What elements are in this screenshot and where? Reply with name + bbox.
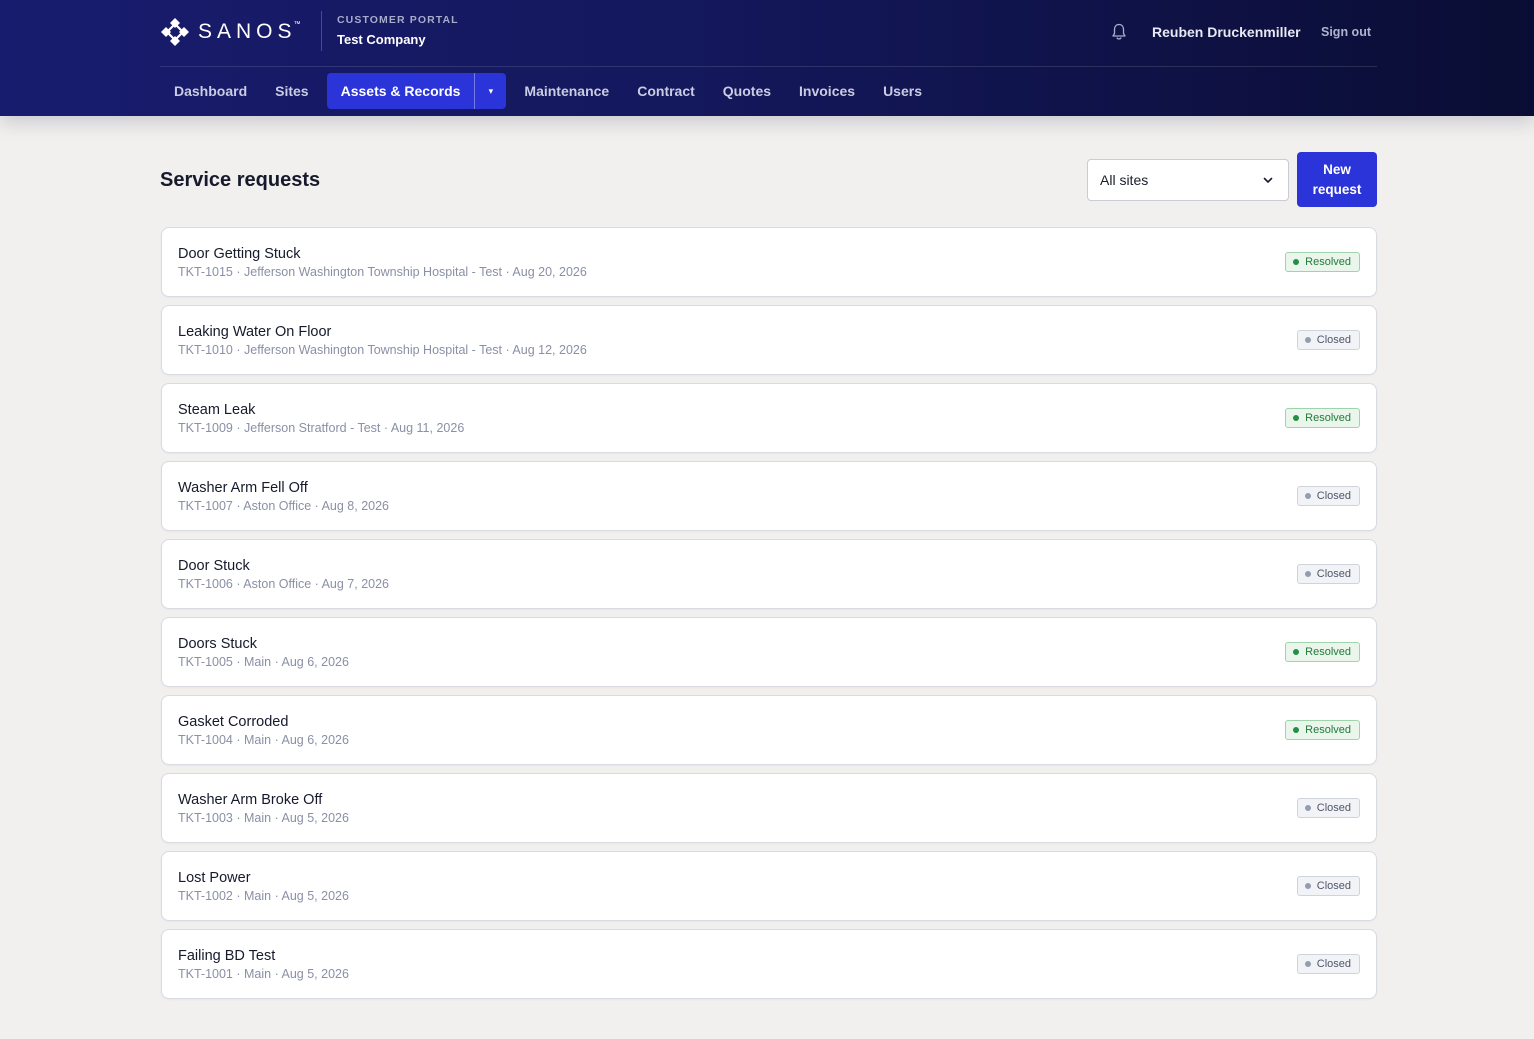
- user-name[interactable]: Reuben Druckenmiller: [1152, 24, 1301, 40]
- request-meta: TKT-1005 · Main · Aug 6, 2026: [178, 655, 349, 669]
- service-request-row[interactable]: Washer Arm Broke Off TKT-1003 · Main · Au…: [161, 773, 1377, 843]
- service-request-row[interactable]: Failing BD Test TKT-1001 · Main · Aug 5, …: [161, 929, 1377, 999]
- status-label: Closed: [1316, 334, 1351, 346]
- status-dot-icon: [1293, 727, 1300, 733]
- sign-out-link[interactable]: Sign out: [1321, 25, 1371, 39]
- nav-quotes[interactable]: Quotes: [709, 73, 785, 109]
- status-badge: Closed: [1296, 330, 1360, 350]
- header-separator: [160, 66, 1377, 67]
- nav-contract[interactable]: Contract: [623, 73, 709, 109]
- new-request-label-line1: New: [1323, 161, 1351, 177]
- nav-dashboard[interactable]: Dashboard: [160, 73, 261, 109]
- request-title: Doors Stuck: [178, 636, 257, 652]
- request-title: Door Getting Stuck: [178, 246, 301, 262]
- service-request-row[interactable]: Door Getting Stuck TKT-1015 · Jefferson W…: [161, 227, 1377, 297]
- company-name: Test Company: [337, 32, 426, 47]
- brand-trademark: ™: [293, 20, 301, 28]
- request-title: Gasket Corroded: [178, 714, 289, 730]
- status-label: Resolved: [1305, 724, 1351, 736]
- request-meta: TKT-1002 · Main · Aug 5, 2026: [178, 889, 349, 903]
- request-title: Leaking Water On Floor: [178, 324, 332, 340]
- status-badge: Closed: [1296, 954, 1360, 974]
- service-request-row[interactable]: Doors Stuck TKT-1005 · Main · Aug 6, 2026…: [161, 617, 1377, 687]
- status-label: Resolved: [1305, 646, 1351, 658]
- nav-invoices[interactable]: Invoices: [785, 73, 869, 109]
- nav-sites[interactable]: Sites: [261, 73, 322, 109]
- request-title: Washer Arm Fell Off: [178, 480, 308, 496]
- status-dot-icon: [1304, 961, 1311, 967]
- portal-info: CUSTOMER PORTAL Test Company: [337, 14, 459, 47]
- request-title: Washer Arm Broke Off: [178, 792, 323, 808]
- site-filter-value: All sites: [1100, 172, 1149, 188]
- service-request-list: Door Getting Stuck TKT-1015 · Jefferson W…: [161, 227, 1377, 1007]
- status-dot-icon: [1304, 493, 1311, 499]
- status-label: Closed: [1316, 568, 1351, 580]
- nav-assets-group: Assets & Records ▾: [326, 73, 507, 109]
- request-meta: TKT-1006 · Aston Office · Aug 7, 2026: [178, 577, 390, 591]
- service-request-row[interactable]: Door Stuck TKT-1006 · Aston Office · Aug …: [161, 539, 1377, 609]
- status-badge: Resolved: [1285, 720, 1360, 740]
- request-meta: TKT-1004 · Main · Aug 6, 2026: [178, 733, 349, 747]
- request-meta: TKT-1009 · Jefferson Stratford - Test · …: [178, 421, 465, 435]
- service-request-row[interactable]: Gasket Corroded TKT-1004 · Main · Aug 6, …: [161, 695, 1377, 765]
- nav-assets-records[interactable]: Assets & Records: [326, 73, 475, 109]
- status-badge: Closed: [1296, 486, 1360, 506]
- brand-name: SANOS: [198, 20, 297, 43]
- request-meta: TKT-1003 · Main · Aug 5, 2026: [178, 811, 349, 825]
- main-nav: Dashboard Sites Assets & Records ▾ Maint…: [160, 73, 936, 109]
- service-request-row[interactable]: Steam Leak TKT-1009 · Jefferson Stratford…: [161, 383, 1377, 453]
- request-title: Steam Leak: [178, 402, 256, 418]
- request-title: Lost Power: [178, 870, 251, 886]
- chevron-down-icon: [1263, 177, 1273, 183]
- nav-assets-dropdown-toggle[interactable]: ▾: [474, 73, 507, 109]
- caret-down-icon: ▾: [488, 85, 494, 96]
- brand-logo[interactable]: SANOS ™: [160, 17, 301, 47]
- status-badge: Resolved: [1285, 252, 1360, 272]
- status-dot-icon: [1304, 337, 1311, 343]
- status-badge: Closed: [1296, 876, 1360, 896]
- page-title: Service requests: [160, 169, 321, 191]
- status-label: Resolved: [1305, 412, 1351, 424]
- status-dot-icon: [1293, 649, 1300, 655]
- request-meta: TKT-1010 · Jefferson Washington Township…: [178, 343, 587, 357]
- status-label: Closed: [1316, 958, 1351, 970]
- status-dot-icon: [1304, 571, 1311, 577]
- status-dot-icon: [1304, 805, 1311, 811]
- request-meta: TKT-1007 · Aston Office · Aug 8, 2026: [178, 499, 390, 513]
- header-inner: SANOS ™ CUSTOMER PORTAL Test Company Reu…: [160, 0, 1377, 116]
- request-title: Door Stuck: [178, 558, 250, 574]
- service-request-row[interactable]: Lost Power TKT-1002 · Main · Aug 5, 2026 C…: [161, 851, 1377, 921]
- request-meta: TKT-1015 · Jefferson Washington Township…: [178, 265, 587, 279]
- status-badge: Closed: [1296, 564, 1360, 584]
- sanos-logo-icon: [161, 18, 189, 46]
- bell-icon[interactable]: [1111, 23, 1127, 41]
- request-title: Failing BD Test: [178, 948, 276, 964]
- site-filter-select[interactable]: All sites: [1087, 159, 1289, 201]
- status-label: Resolved: [1305, 256, 1351, 268]
- portal-label: CUSTOMER PORTAL: [337, 14, 459, 26]
- service-request-row[interactable]: Leaking Water On Floor TKT-1010 · Jeffers…: [161, 305, 1377, 375]
- status-badge: Resolved: [1285, 642, 1360, 662]
- nav-users[interactable]: Users: [869, 73, 936, 109]
- service-request-row[interactable]: Washer Arm Fell Off TKT-1007 · Aston Offi…: [161, 461, 1377, 531]
- status-dot-icon: [1293, 259, 1300, 265]
- nav-maintenance[interactable]: Maintenance: [510, 73, 623, 109]
- status-dot-icon: [1293, 415, 1300, 421]
- new-request-button[interactable]: New request: [1297, 152, 1377, 207]
- new-request-label: New request: [1313, 160, 1362, 200]
- status-label: Closed: [1316, 802, 1351, 814]
- status-label: Closed: [1316, 880, 1351, 892]
- status-badge: Resolved: [1285, 408, 1360, 428]
- new-request-label-line2: request: [1312, 181, 1362, 197]
- status-badge: Closed: [1296, 798, 1360, 818]
- status-dot-icon: [1304, 883, 1311, 889]
- top-header: SANOS ™ CUSTOMER PORTAL Test Company Reu…: [0, 0, 1534, 116]
- header-divider: [321, 11, 322, 51]
- status-label: Closed: [1316, 490, 1351, 502]
- request-meta: TKT-1001 · Main · Aug 5, 2026: [178, 967, 349, 981]
